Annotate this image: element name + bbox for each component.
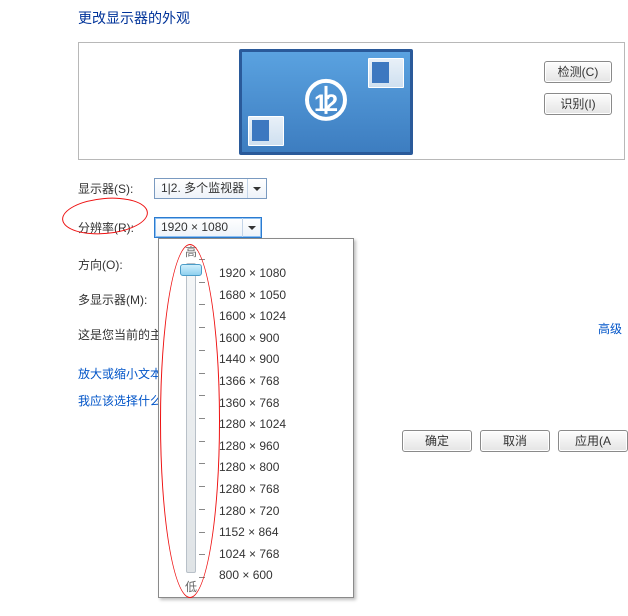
display-label: 显示器(S): [78, 180, 154, 197]
chevron-down-icon [242, 218, 261, 237]
orientation-label: 方向(O): [78, 256, 154, 273]
resolution-option[interactable]: 1360 × 768 [219, 393, 345, 415]
resolution-option[interactable]: 1024 × 768 [219, 544, 345, 566]
slider-ticks [199, 259, 207, 577]
monitor-number-badge: 1 2 [305, 79, 347, 121]
display-dropdown-value: 1|2. 多个监视器 [161, 181, 244, 195]
apply-button[interactable]: 应用(A [558, 430, 628, 452]
identify-button[interactable]: 识别(I) [544, 93, 612, 115]
resolution-option[interactable]: 1366 × 768 [219, 371, 345, 393]
resolution-option[interactable]: 1600 × 1024 [219, 306, 345, 328]
detect-button[interactable]: 检测(C) [544, 61, 612, 83]
resolution-slider-popup[interactable]: 高 低 1920 × 10801680 × 10501600 × 1024160… [158, 238, 354, 598]
slider-high-label: 高 [185, 243, 197, 260]
resolution-slider-track[interactable] [186, 263, 196, 573]
resolution-dropdown-value: 1920 × 1080 [161, 220, 228, 234]
multi-monitor-label: 多显示器(M): [78, 291, 154, 308]
resolution-option-list: 1920 × 10801680 × 10501600 × 10241600 × … [219, 263, 345, 575]
monitor-preview[interactable]: 1 2 [239, 49, 413, 155]
monitor-arrangement-area[interactable]: 1 2 检测(C) 识别(I) [78, 42, 625, 160]
resolution-option[interactable]: 1152 × 864 [219, 522, 345, 544]
resolution-option[interactable]: 1600 × 900 [219, 328, 345, 350]
display-dropdown[interactable]: 1|2. 多个监视器 [154, 178, 267, 199]
cancel-button[interactable]: 取消 [480, 430, 550, 452]
resolution-option[interactable]: 1280 × 768 [219, 479, 345, 501]
text-size-link[interactable]: 放大或缩小文本 [78, 367, 162, 381]
resolution-option[interactable]: 1280 × 720 [219, 501, 345, 523]
mini-monitor-icon [248, 116, 284, 146]
resolution-label: 分辨率(R): [78, 219, 154, 236]
resolution-option[interactable]: 1920 × 1080 [219, 263, 345, 285]
page-title: 更改显示器的外观 [78, 8, 628, 28]
resolution-slider-thumb[interactable] [180, 264, 202, 276]
mini-monitor-icon [368, 58, 404, 88]
chevron-down-icon [247, 179, 266, 198]
resolution-option[interactable]: 1280 × 960 [219, 436, 345, 458]
resolution-option[interactable]: 800 × 600 [219, 565, 345, 587]
advanced-settings-link[interactable]: 高级 [598, 320, 622, 337]
which-resolution-link[interactable]: 我应该选择什么 [78, 394, 162, 408]
resolution-option[interactable]: 1280 × 800 [219, 457, 345, 479]
monitor-number-2: 2 [325, 83, 338, 125]
resolution-option[interactable]: 1440 × 900 [219, 349, 345, 371]
slider-low-label: 低 [185, 578, 197, 595]
resolution-option[interactable]: 1280 × 1024 [219, 414, 345, 436]
ok-button[interactable]: 确定 [402, 430, 472, 452]
resolution-option[interactable]: 1680 × 1050 [219, 285, 345, 307]
resolution-dropdown[interactable]: 1920 × 1080 [154, 217, 262, 238]
